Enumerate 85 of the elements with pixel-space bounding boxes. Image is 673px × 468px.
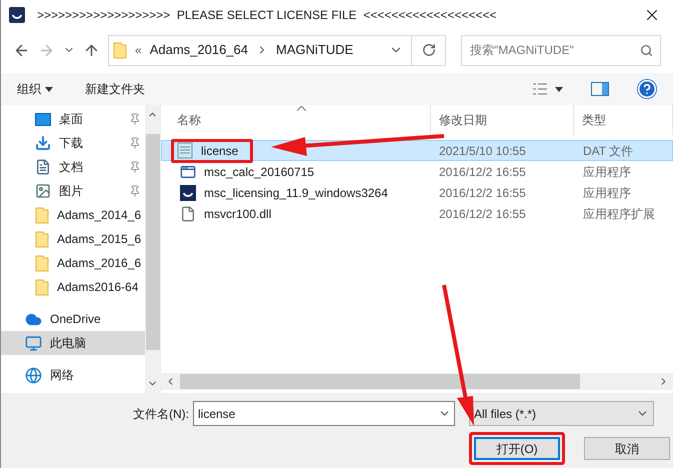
sidebar-item[interactable]: 网络 bbox=[1, 363, 146, 387]
list-view-icon bbox=[533, 83, 547, 95]
sidebar-label: OneDrive bbox=[50, 311, 101, 328]
download-icon bbox=[35, 135, 51, 151]
sidebar-label: 此电脑 bbox=[50, 335, 86, 352]
sidebar-label: Adams2016-64 bbox=[57, 279, 138, 296]
refresh-icon[interactable] bbox=[422, 43, 436, 57]
app-logo-icon bbox=[9, 7, 25, 23]
file-name: msvcr100.dll bbox=[204, 206, 272, 222]
breadcrumb-item[interactable]: Adams_2016_64 bbox=[150, 40, 248, 60]
file-icon bbox=[180, 206, 196, 222]
sidebar-item[interactable]: Adams_2015_6 bbox=[1, 227, 146, 251]
column-header[interactable]: 名称 bbox=[161, 105, 431, 135]
folder-icon bbox=[35, 254, 49, 272]
file-name: msc_calc_20160715 bbox=[204, 164, 314, 180]
sidebar-label: Adams_2014_6 bbox=[57, 207, 142, 224]
pin-icon[interactable] bbox=[129, 185, 142, 197]
modified-date: 2016/12/2 16:55 bbox=[438, 164, 527, 180]
folder-icon bbox=[35, 278, 49, 296]
new-folder-button[interactable]: 新建文件夹 bbox=[85, 80, 145, 98]
sidebar-item[interactable]: 下载 bbox=[1, 131, 146, 155]
sidebar-label: 网络 bbox=[50, 367, 74, 384]
file-row[interactable]: msc_licensing_11.9_windows3264 2016/12/2 16:55 应用程序 bbox=[161, 182, 673, 203]
file-type: 应用程序 bbox=[582, 164, 631, 180]
sidebar-item[interactable]: Adams2016-64 bbox=[1, 275, 146, 299]
sidebar-label: Adams_2016_6 bbox=[57, 255, 142, 272]
file-type: 应用程序扩展 bbox=[582, 206, 655, 222]
file-name-field[interactable]: license bbox=[193, 401, 455, 426]
file-name: msc_licensing_11.9_windows3264 bbox=[204, 184, 388, 202]
file-type: DAT 文件 bbox=[582, 142, 634, 160]
pin-icon[interactable] bbox=[129, 137, 142, 149]
sidebar-label: 文档 bbox=[59, 159, 83, 176]
sidebar-label: Adams_2015_6 bbox=[57, 231, 142, 248]
document-icon bbox=[35, 159, 51, 175]
view-options-button[interactable] bbox=[533, 83, 563, 95]
file-row[interactable]: license 2021/5/10 10:55 DAT 文件 bbox=[161, 140, 673, 161]
vertical-scrollbar[interactable] bbox=[145, 105, 160, 393]
column-header[interactable]: 修改日期 bbox=[431, 105, 574, 135]
text-file-icon bbox=[177, 142, 193, 159]
column-header[interactable]: 类型 bbox=[574, 105, 673, 135]
caret-icon bbox=[45, 86, 53, 92]
file-row[interactable]: msvcr100.dll 2016/12/2 16:55 应用程序扩展 bbox=[161, 203, 673, 224]
pin-icon[interactable] bbox=[129, 113, 142, 125]
cancel-button[interactable]: 取消 bbox=[584, 437, 670, 460]
modified-date: 2021/5/10 10:55 bbox=[438, 142, 527, 160]
organize-menu-button[interactable]: 组织 bbox=[17, 80, 53, 98]
sidebar-item[interactable]: 文档 bbox=[1, 155, 146, 179]
file-name-label: 文件名(N): bbox=[133, 406, 189, 422]
search-icon bbox=[640, 44, 653, 56]
sidebar-item[interactable]: OneDrive bbox=[1, 307, 146, 331]
modified-date: 2016/12/2 16:55 bbox=[438, 206, 527, 222]
search-field[interactable]: 搜索"MAGNiTUDE" bbox=[461, 34, 661, 66]
file-name: license bbox=[201, 142, 238, 160]
pin-icon[interactable] bbox=[129, 161, 142, 173]
folder-icon bbox=[113, 42, 127, 58]
sidebar-item[interactable]: 桌面 bbox=[1, 107, 146, 131]
computer-icon bbox=[25, 334, 42, 352]
sidebar-label: 下载 bbox=[59, 135, 83, 152]
modified-date: 2016/12/2 16:55 bbox=[438, 184, 527, 202]
sidebar-label: 桌面 bbox=[59, 111, 83, 128]
sort-caret-icon bbox=[297, 106, 306, 111]
app-window-icon bbox=[180, 164, 196, 180]
network-icon bbox=[25, 366, 42, 384]
desktop-icon bbox=[35, 112, 51, 126]
file-type: 应用程序 bbox=[582, 184, 631, 202]
sidebar-item[interactable]: 此电脑 bbox=[1, 331, 146, 355]
sidebar-item[interactable]: Adams_2014_6 bbox=[1, 203, 146, 227]
preview-pane-button[interactable] bbox=[591, 82, 609, 96]
breadcrumb-overflow[interactable]: « bbox=[135, 41, 142, 59]
folder-icon bbox=[35, 206, 49, 224]
breadcrumb-item[interactable]: MAGNiTUDE bbox=[276, 40, 354, 60]
sidebar-item[interactable]: 图片 bbox=[1, 179, 146, 203]
folder-icon bbox=[35, 230, 49, 248]
window-title: >>>>>>>>>>>>>>>>>>> PLEASE SELECT LICENSE FILE <<<<<<<<<<<<<<<<<<< bbox=[37, 7, 496, 24]
address-bar[interactable]: « Adams_2016_64 MAGNiTUDE bbox=[108, 34, 446, 66]
open-button[interactable]: 打开(O) bbox=[474, 437, 560, 460]
help-button[interactable] bbox=[637, 79, 657, 99]
picture-icon bbox=[35, 183, 51, 199]
file-row[interactable]: msc_calc_20160715 2016/12/2 16:55 应用程序 bbox=[161, 161, 673, 182]
sidebar-item[interactable]: Adams_2016_6 bbox=[1, 251, 146, 275]
caret-icon bbox=[555, 86, 563, 92]
horizontal-scrollbar[interactable] bbox=[161, 373, 673, 390]
sidebar-label: 图片 bbox=[59, 183, 83, 200]
file-type-dropdown[interactable]: All files (*.*) bbox=[469, 401, 654, 426]
installer-icon bbox=[180, 184, 196, 200]
